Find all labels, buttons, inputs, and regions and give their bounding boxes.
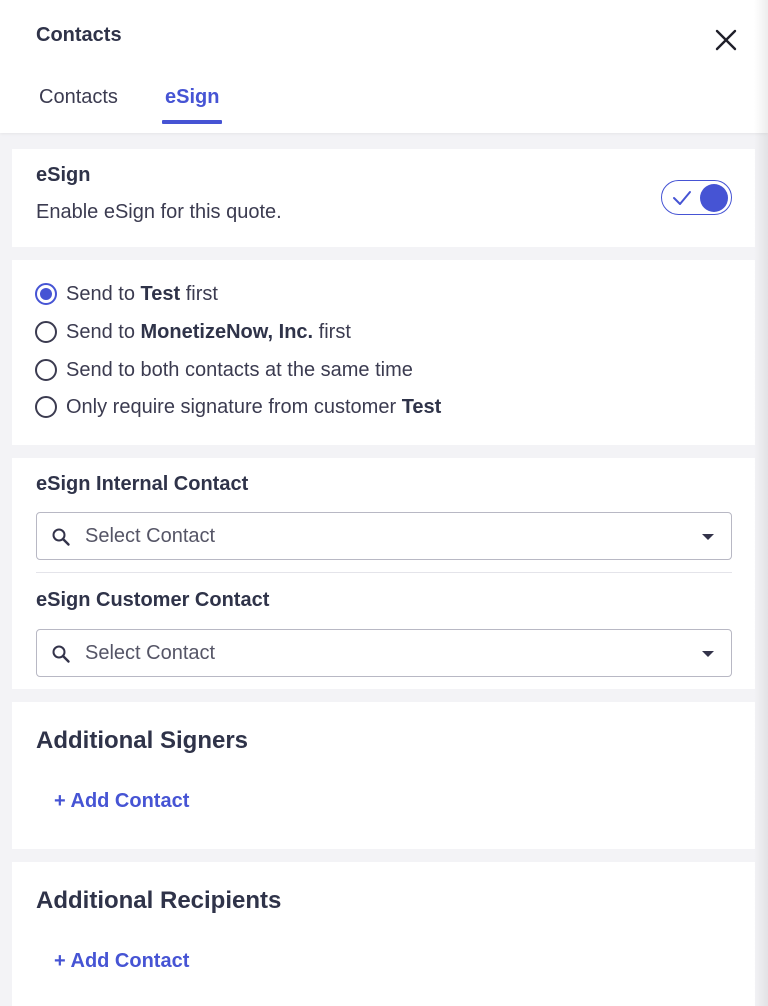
internal-contact-select[interactable]: Select Contact	[36, 512, 732, 560]
search-icon	[52, 528, 70, 546]
radio-button[interactable]	[35, 396, 57, 418]
add-recipient-button[interactable]: + Add Contact	[54, 950, 189, 973]
radio-button[interactable]	[35, 283, 57, 305]
tab-bar: Contacts eSign	[0, 80, 400, 133]
internal-contact-label: eSign Internal Contact	[36, 473, 249, 495]
radio-label: Send to both contacts at the same time	[66, 358, 413, 381]
tab-esign[interactable]: eSign	[165, 86, 219, 109]
check-icon	[673, 191, 691, 205]
tab-contacts[interactable]: Contacts	[39, 86, 118, 109]
radio-button[interactable]	[35, 359, 57, 381]
additional-recipients-title: Additional Recipients	[36, 887, 282, 914]
esign-description: Enable eSign for this quote.	[36, 201, 282, 223]
customer-contact-label: eSign Customer Contact	[36, 589, 270, 611]
close-icon	[715, 29, 737, 51]
select-placeholder: Select Contact	[85, 525, 216, 547]
esign-contacts-card: eSign Internal Contact Select Contact eS…	[12, 458, 755, 689]
chevron-down-icon	[702, 534, 714, 540]
search-icon	[52, 645, 70, 663]
customer-contact-select[interactable]: Select Contact	[36, 629, 732, 677]
drawer-header: Contacts Contacts eSign	[0, 0, 768, 133]
divider	[36, 572, 732, 573]
send-order-card: Send to Test first Send to MonetizeNow, …	[12, 260, 755, 445]
drawer-title: Contacts	[36, 24, 122, 46]
esign-heading: eSign	[36, 164, 91, 186]
radio-button[interactable]	[35, 321, 57, 343]
radio-option-send-test-first[interactable]: Send to Test first	[35, 279, 218, 309]
add-signer-button[interactable]: + Add Contact	[54, 790, 189, 813]
radio-option-customer-only[interactable]: Only require signature from customer Tes…	[35, 392, 441, 422]
radio-option-send-company-first[interactable]: Send to MonetizeNow, Inc. first	[35, 317, 351, 347]
close-button[interactable]	[710, 24, 742, 56]
active-tab-indicator	[162, 120, 222, 124]
additional-signers-title: Additional Signers	[36, 727, 249, 754]
radio-label: Send to Test first	[66, 282, 218, 305]
esign-toggle[interactable]	[661, 180, 732, 215]
additional-recipients-card: Additional Recipients + Add Contact	[12, 862, 755, 1006]
radio-label: Send to MonetizeNow, Inc. first	[66, 320, 351, 343]
toggle-knob	[700, 184, 728, 212]
radio-option-send-both[interactable]: Send to both contacts at the same time	[35, 355, 413, 385]
esign-toggle-card: eSign Enable eSign for this quote.	[12, 149, 755, 247]
esign-drawer: Contacts Contacts eSign eSign Enable eSi…	[0, 0, 768, 1006]
chevron-down-icon	[702, 651, 714, 657]
radio-label: Only require signature from customer Tes…	[66, 395, 442, 418]
select-placeholder: Select Contact	[85, 642, 216, 664]
additional-signers-card: Additional Signers + Add Contact	[12, 702, 755, 849]
